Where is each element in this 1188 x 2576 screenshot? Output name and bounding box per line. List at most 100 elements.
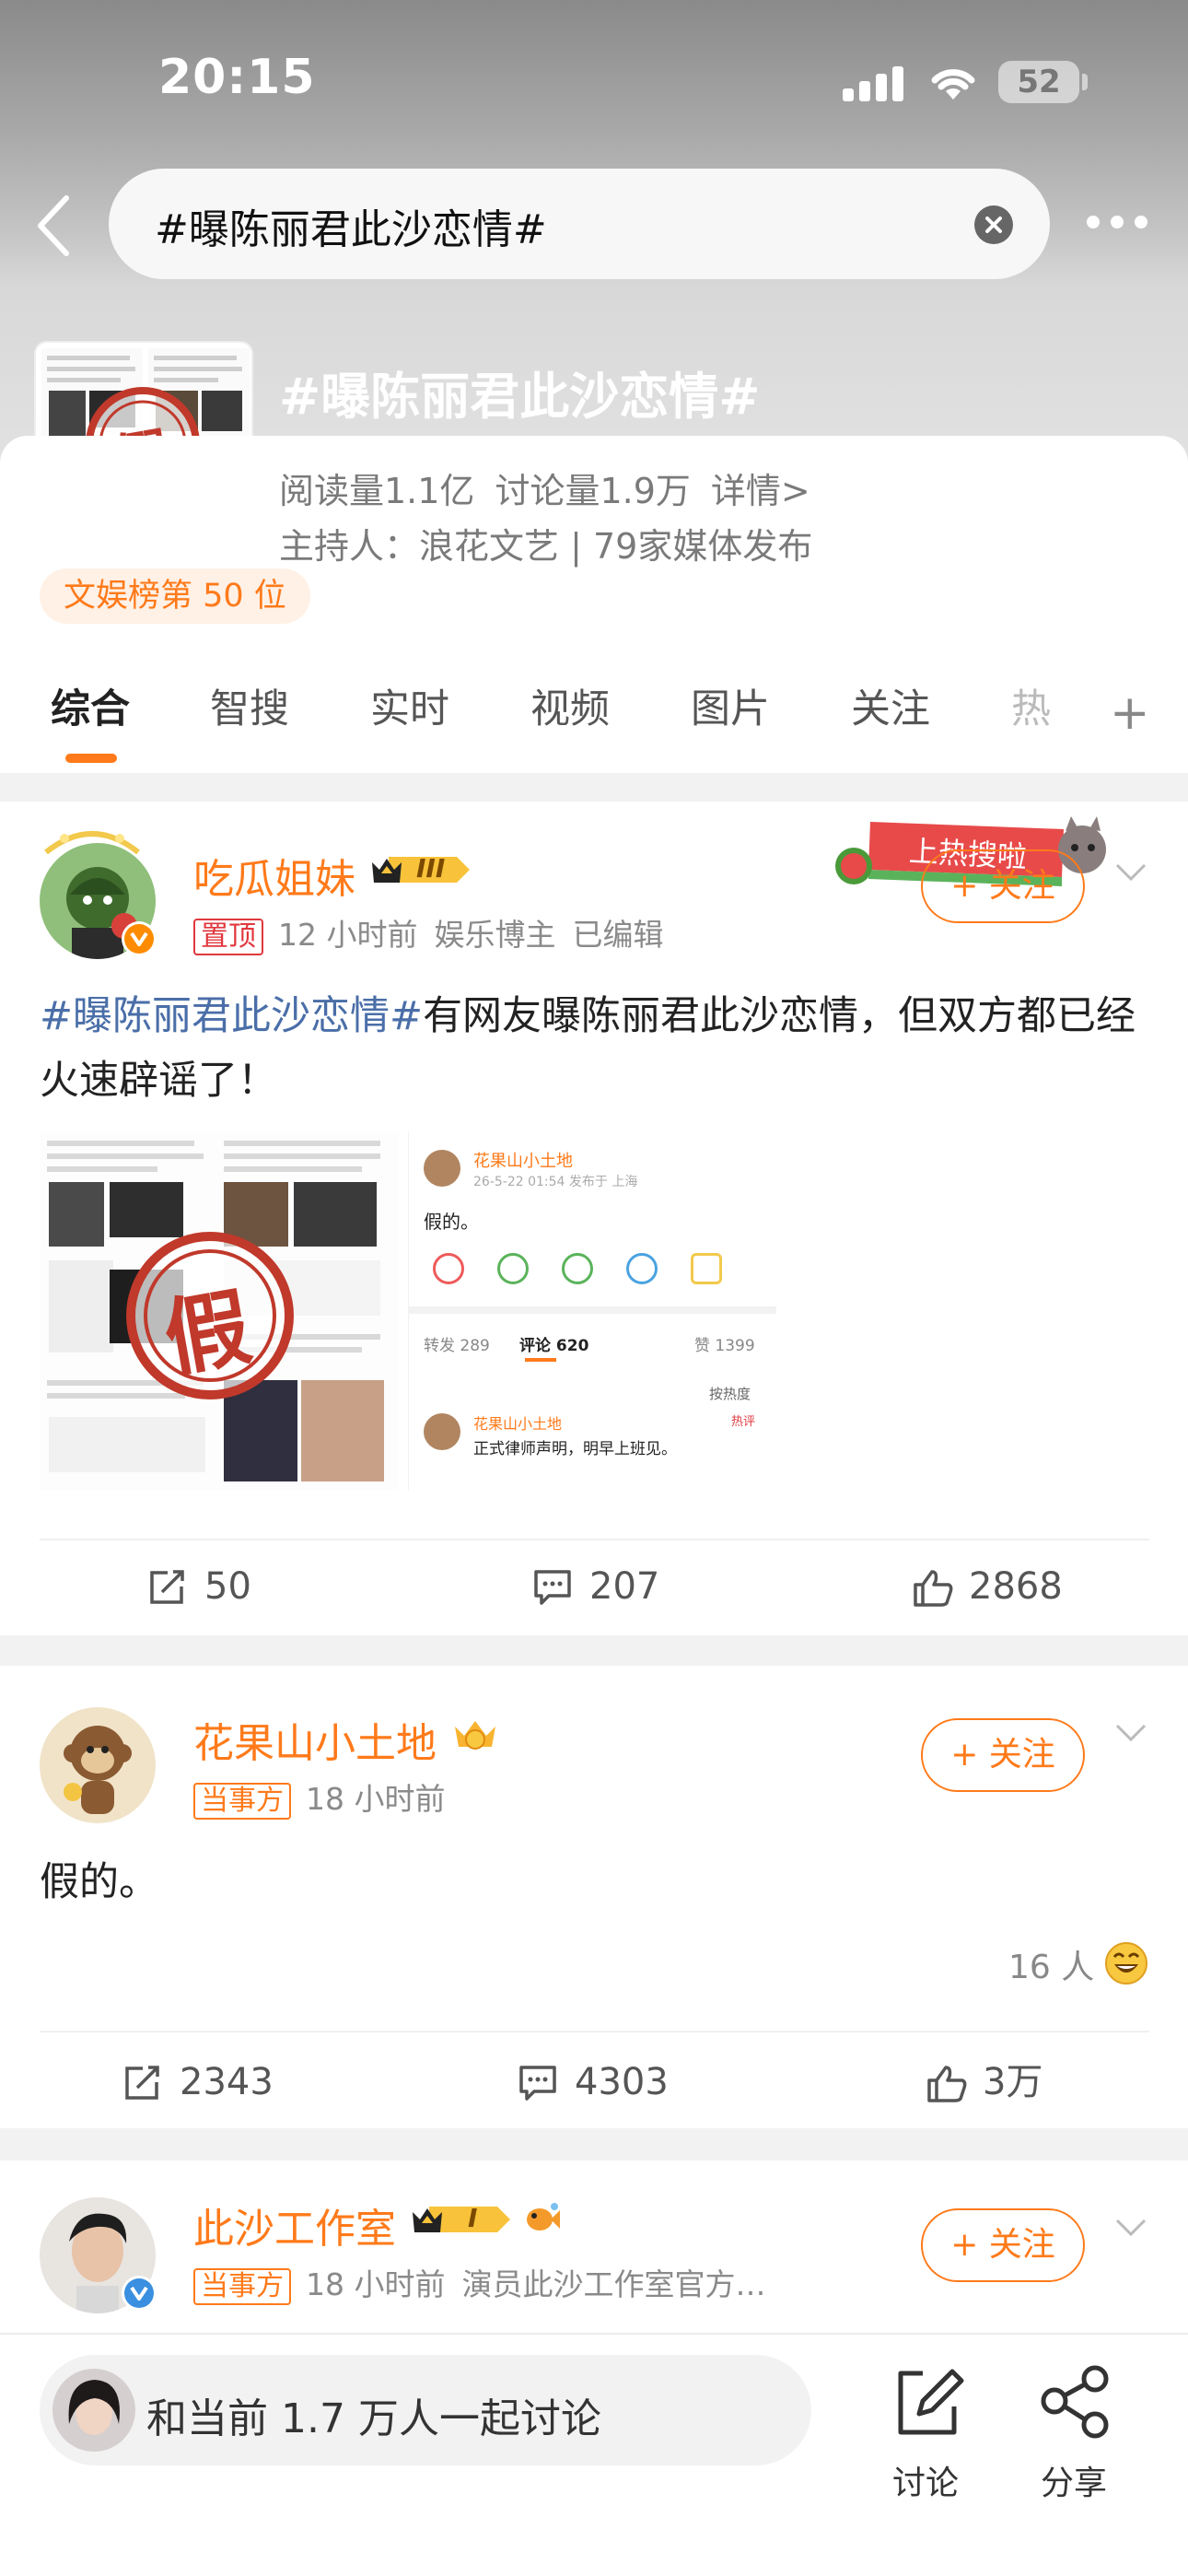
- reaction-count[interactable]: 16 人: [1008, 1940, 1094, 1988]
- wifi-icon: [931, 69, 975, 100]
- post-card: 此沙工作室 I 当事方 18 小时前 演员此沙工作室官方… + 关注: [0, 2160, 1188, 2345]
- search-input[interactable]: #曝陈丽君此沙恋情#: [109, 169, 1050, 279]
- screenshot-tab-indicator: [525, 1358, 556, 1362]
- verified-crown-badge-icon[interactable]: [449, 1715, 501, 1756]
- vip-level: I: [468, 2203, 478, 2233]
- follow-button[interactable]: + 关注: [921, 2208, 1085, 2282]
- like-count: 3万: [983, 2061, 1043, 2103]
- post-text: 假的。: [40, 1859, 158, 1905]
- post-meta: 当事方 18 小时前 演员此沙工作室官方…: [193, 2260, 765, 2305]
- avatar[interactable]: [40, 1707, 156, 1823]
- follow-button[interactable]: + 关注: [921, 1718, 1085, 1792]
- battery-icon: 52: [998, 61, 1079, 103]
- edited-tag: 已编辑: [572, 917, 664, 953]
- topic-host[interactable]: 主持人：浪花文艺 | 79家媒体发布: [279, 518, 812, 568]
- verified-badge-icon: [122, 2276, 157, 2311]
- screenshot-reply-avatar: [424, 1413, 460, 1450]
- follow-button[interactable]: + 关注: [921, 849, 1085, 923]
- post-card: 花果山小土地 当事方 18 小时前 + 关注 假的。 16 人 2343 4303: [0, 1666, 1188, 2128]
- post-source: 娱乐博主: [434, 917, 556, 953]
- bottom-bar: 和当前 1.7 万人一起讨论 讨论 分享: [0, 2333, 1188, 2576]
- share-label: 分享: [1040, 2465, 1107, 2502]
- screenshot-sort: 按热度: [709, 1386, 751, 1402]
- tab-hot[interactable]: 热: [1011, 677, 1051, 734]
- comment-count: 207: [589, 1565, 660, 1608]
- rank-badge[interactable]: 文娱榜第 50 位: [40, 568, 310, 624]
- repost-count: 50: [204, 1565, 251, 1608]
- details-link[interactable]: 详情>: [711, 471, 810, 511]
- screenshot-meta: 26-5-22 01:54 发布于 上海: [473, 1175, 638, 1189]
- thumbs-up-icon: [927, 2066, 967, 2102]
- screenshot-share-icons: [424, 1253, 764, 1290]
- wreath-icon: [44, 831, 140, 855]
- tab-images[interactable]: 图片: [691, 677, 770, 734]
- screenshot-reply-text: 正式律师声明，明早上班见。: [473, 1440, 677, 1458]
- author-name[interactable]: 吃瓜姐妹: [193, 846, 355, 905]
- screenshot-comment-tab: 评论 620: [519, 1337, 589, 1355]
- status-bar: 20:15 52: [0, 0, 1188, 157]
- screenshot-text: 假的。: [424, 1211, 479, 1233]
- post-image-2[interactable]: 花果山小土地 26-5-22 01:54 发布于 上海 假的。 转发 289 评…: [408, 1131, 776, 1491]
- discuss-button[interactable]: 讨论: [875, 2353, 976, 2502]
- post-card: 吃瓜姐妹 III 置顶 12 小时前 娱乐博主 已编辑 上热搜啦 + 关注 #曝陈丽君…: [0, 802, 1188, 1635]
- vip-crown-icon[interactable]: I: [409, 2201, 518, 2238]
- cellular-signal-icon: [843, 66, 903, 101]
- vip-level: III: [416, 853, 446, 884]
- discussion-count: 讨论量1.9万: [495, 471, 691, 511]
- divider: [40, 1539, 1149, 1540]
- edit-compose-icon: [898, 2369, 964, 2435]
- back-arrow-icon[interactable]: [28, 189, 83, 263]
- add-tab-icon[interactable]: +: [1110, 689, 1150, 737]
- screenshot-like-tab: 赞 1399: [694, 1337, 755, 1355]
- screenshot-author: 花果山小土地: [473, 1152, 573, 1171]
- laughing-emoji-icon[interactable]: [1103, 1940, 1149, 1986]
- discuss-label: 讨论: [891, 2465, 959, 2502]
- post-image-1[interactable]: 假: [40, 1131, 399, 1491]
- tab-comprehensive[interactable]: 综合: [51, 677, 130, 734]
- verified-badge-icon: [122, 921, 157, 956]
- screenshot-avatar: [424, 1150, 460, 1187]
- comment-icon: [519, 2066, 556, 2101]
- screenshot-divider: [409, 1306, 776, 1314]
- post-time: 12 小时前: [278, 917, 418, 953]
- read-count: 阅读量1.1亿: [279, 471, 475, 511]
- tab-following[interactable]: 关注: [851, 677, 930, 734]
- pinned-tag: 置顶: [193, 918, 263, 955]
- more-options-icon[interactable]: [1087, 208, 1151, 236]
- party-tag: 当事方: [193, 2267, 291, 2305]
- comment-icon: [534, 1570, 571, 1605]
- repost-icon: [125, 2066, 159, 2100]
- screenshot-reply-author: 花果山小土地: [473, 1415, 563, 1433]
- repost-icon: [150, 1570, 184, 1604]
- screenshot-repost-tab: 转发 289: [424, 1337, 490, 1355]
- vip-crown-icon[interactable]: III: [368, 851, 477, 888]
- comment-count: 4303: [575, 2061, 669, 2103]
- clear-search-icon[interactable]: [974, 205, 1013, 244]
- discuss-input[interactable]: 和当前 1.7 万人一起讨论: [40, 2355, 811, 2465]
- hashtag-link[interactable]: #曝陈丽君此沙恋情#: [40, 993, 423, 1039]
- post-content: #曝陈丽君此沙恋情#有网友曝陈丽君此沙恋情，但双方都已经火速辟谣了！: [40, 984, 1154, 1113]
- chevron-down-icon[interactable]: [1114, 2218, 1147, 2238]
- active-tab-indicator: [65, 754, 117, 763]
- tab-realtime[interactable]: 实时: [370, 677, 449, 734]
- author-name[interactable]: 花果山小土地: [193, 1710, 437, 1769]
- fish-badge-icon[interactable]: [521, 2199, 562, 2240]
- divider: [40, 2031, 1149, 2032]
- post-source: 演员此沙工作室官方…: [461, 2266, 766, 2302]
- topic-title: #曝陈丽君此沙恋情#: [279, 368, 761, 426]
- post-meta: 置顶 12 小时前 娱乐博主 已编辑: [193, 910, 663, 955]
- search-query-text: #曝陈丽君此沙恋情#: [155, 206, 547, 253]
- post-meta: 当事方 18 小时前: [193, 1774, 445, 1820]
- author-name[interactable]: 此沙工作室: [193, 2195, 396, 2254]
- screenshot-reply-badge: 热评: [731, 1415, 756, 1429]
- tab-smart-search[interactable]: 智搜: [210, 677, 289, 734]
- tab-video[interactable]: 视频: [530, 677, 610, 734]
- battery-nub: [1082, 74, 1088, 90]
- share-button[interactable]: 分享: [1023, 2353, 1124, 2502]
- user-avatar: [52, 2369, 135, 2452]
- chevron-down-icon[interactable]: [1114, 862, 1147, 883]
- repost-count: 2343: [180, 2061, 274, 2103]
- chevron-down-icon[interactable]: [1114, 1723, 1147, 1743]
- status-time: 20:15: [158, 50, 316, 105]
- share-icon: [1041, 2365, 1109, 2439]
